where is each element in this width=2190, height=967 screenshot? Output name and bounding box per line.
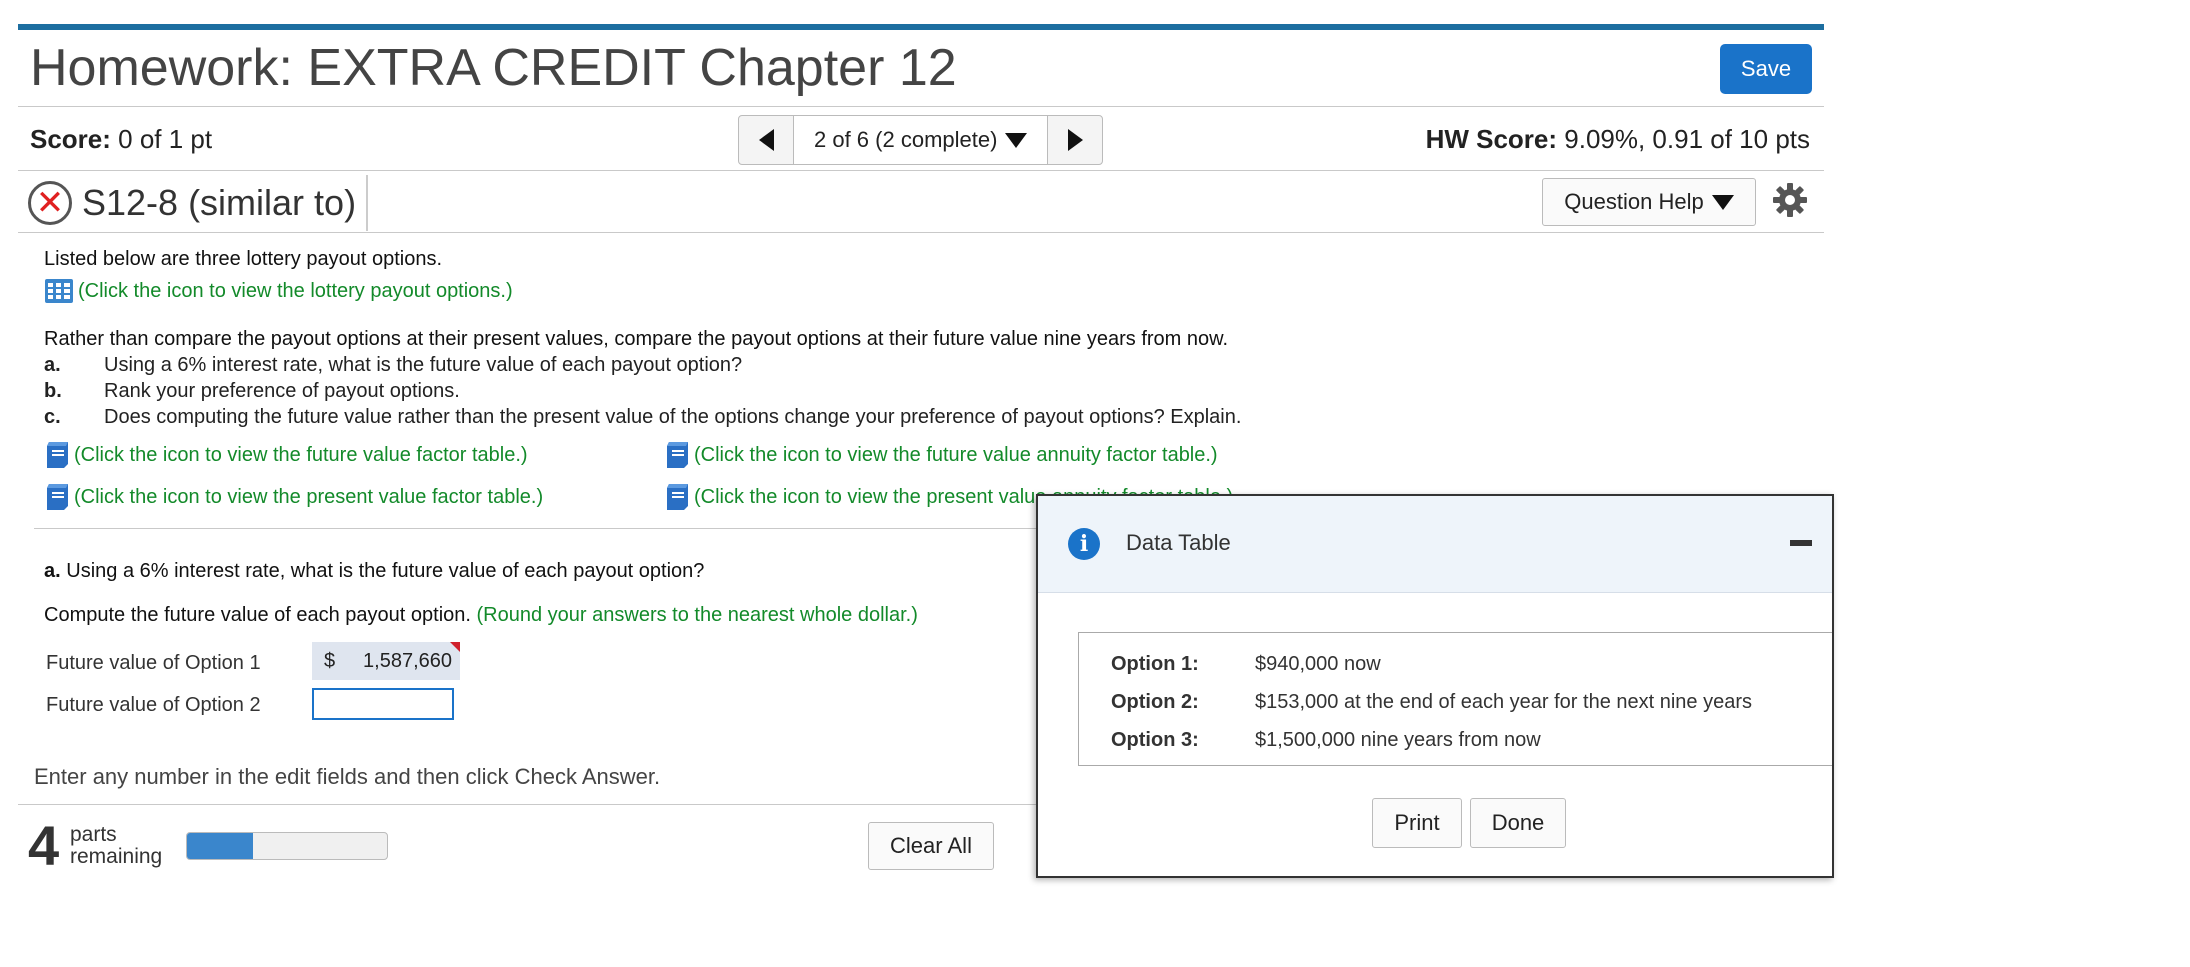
option-label: Option 1:: [1111, 653, 1199, 675]
table-row: Option 2: $153,000 at the end of each ye…: [1111, 691, 1752, 714]
table-grid-icon: [45, 279, 73, 303]
hw-score-label: HW Score:: [1425, 124, 1558, 154]
enter-instruction: Enter any number in the edit fields and …: [34, 764, 661, 789]
parts-line2: remaining: [70, 845, 163, 868]
pv-factor-table-link[interactable]: (Click the icon to view the present valu…: [44, 482, 543, 512]
question-selector[interactable]: 2 of 6 (2 complete): [793, 116, 1049, 164]
currency-symbol: $: [324, 649, 336, 672]
question-help-button[interactable]: Question Help: [1542, 178, 1756, 226]
item-text: Does computing the future value rather t…: [104, 406, 1242, 428]
fv-factor-link-text: (Click the icon to view the future value…: [74, 443, 528, 466]
question-id-row: ✕ S12-8 (similar to): [28, 175, 369, 231]
rounding-note: (Round your answers to the nearest whole…: [476, 604, 918, 626]
book-icon: [47, 442, 68, 468]
lottery-payout-link[interactable]: (Click the icon to view the lottery payo…: [44, 278, 513, 304]
caret-right-icon: [1067, 129, 1083, 151]
done-button[interactable]: Done: [1470, 798, 1566, 848]
payout-options-table: Option 1: $940,000 now Option 2: $153,00…: [1078, 632, 1832, 766]
pv-factor-link-text: (Click the icon to view the present valu…: [74, 485, 544, 508]
fva-factor-table-link[interactable]: (Click the icon to view the future value…: [664, 440, 1218, 470]
next-question-button[interactable]: [1048, 116, 1102, 164]
list-item: c. Does computing the future value rathe…: [44, 406, 1241, 429]
caret-down-icon: [1005, 132, 1028, 148]
parts-remaining-text: parts remaining: [70, 824, 162, 868]
lottery-payout-link-text: (Click the icon to view the lottery payo…: [78, 279, 513, 302]
question-id: S12-8 (similar to): [82, 175, 369, 231]
option2-fv-label: Future value of Option 2: [46, 694, 261, 716]
divider: [18, 106, 1824, 107]
item-letter: c.: [44, 406, 61, 428]
data-table-popup: i Data Table Option 1: $940,000 now Opti…: [1036, 494, 1834, 878]
book-icon: [667, 484, 688, 510]
table-row: Option 1: $940,000 now: [1111, 653, 1381, 676]
option-value: $153,000 at the end of each year for the…: [1255, 691, 1753, 713]
option-label: Option 2:: [1111, 691, 1199, 713]
minimize-icon[interactable]: [1790, 540, 1812, 546]
item-text: Using a 6% interest rate, what is the fu…: [104, 354, 743, 376]
option1-fv-label: Future value of Option 1: [46, 652, 261, 674]
fva-factor-link-text: (Click the icon to view the future value…: [694, 443, 1218, 466]
divider: [18, 232, 1824, 233]
top-accent-bar: [18, 24, 1824, 30]
score-value: 0 of 1 pt: [118, 124, 213, 154]
gear-icon[interactable]: [1772, 182, 1808, 218]
item-letter: a.: [44, 354, 61, 376]
item-letter: b.: [44, 380, 62, 402]
table-row: Option 3: $1,500,000 nine years from now: [1111, 729, 1541, 752]
caret-left-icon: [758, 129, 774, 151]
option-value: $1,500,000 nine years from now: [1255, 729, 1541, 751]
parts-remaining-count: 4: [28, 814, 60, 877]
incorrect-flag-icon: [450, 642, 460, 652]
question-intro: Listed below are three lottery payout op…: [44, 248, 443, 270]
divider: [18, 170, 1824, 171]
divider: [34, 528, 1134, 529]
part-a-question: a. Using a 6% interest rate, what is the…: [44, 560, 704, 583]
book-icon: [47, 484, 68, 510]
hw-score-value: 9.09%, 0.91 of 10 pts: [1564, 124, 1810, 154]
info-icon: i: [1068, 528, 1100, 560]
option-value: $940,000 now: [1255, 653, 1381, 675]
score-label: Score:: [30, 124, 111, 154]
hw-score-display: HW Score: 9.09%, 0.91 of 10 pts: [1426, 124, 1810, 155]
list-item: a. Using a 6% interest rate, what is the…: [44, 354, 742, 377]
progress-fill: [187, 833, 253, 859]
part-a-instruction: Compute the future value of each payout …: [44, 604, 918, 627]
part-a-label: a.: [44, 560, 61, 582]
question-position: 2 of 6 (2 complete): [814, 127, 998, 152]
popup-header: i Data Table: [1038, 496, 1832, 593]
caret-down-icon: [1711, 194, 1734, 210]
divider: [18, 804, 1058, 805]
parts-line1: parts: [70, 823, 117, 846]
page-title: Homework: EXTRA CREDIT Chapter 12: [30, 39, 957, 97]
popup-title: Data Table: [1126, 530, 1231, 555]
progress-bar: [186, 832, 388, 860]
option1-fv-value: 1,587,660: [363, 649, 452, 672]
print-button[interactable]: Print: [1372, 798, 1462, 848]
score-display: Score: 0 of 1 pt: [30, 124, 212, 155]
item-text: Rank your preference of payout options.: [104, 380, 460, 402]
option1-fv-answer[interactable]: $ 1,587,660: [312, 642, 460, 680]
previous-question-button[interactable]: [739, 116, 793, 164]
option2-fv-input[interactable]: [312, 688, 454, 720]
clear-all-button[interactable]: Clear All: [868, 822, 994, 870]
list-item: b. Rank your preference of payout option…: [44, 380, 460, 403]
incorrect-x-icon: ✕: [28, 181, 72, 225]
fv-factor-table-link[interactable]: (Click the icon to view the future value…: [44, 440, 528, 470]
question-help-label: Question Help: [1564, 189, 1704, 214]
save-button[interactable]: Save: [1720, 44, 1812, 94]
part-a-text: Using a 6% interest rate, what is the fu…: [66, 560, 705, 582]
option-label: Option 3:: [1111, 729, 1199, 751]
question-navigator: 2 of 6 (2 complete): [738, 115, 1104, 165]
question-prompt: Rather than compare the payout options a…: [44, 328, 1229, 350]
book-icon: [667, 442, 688, 468]
instruction-text: Compute the future value of each payout …: [44, 604, 471, 626]
